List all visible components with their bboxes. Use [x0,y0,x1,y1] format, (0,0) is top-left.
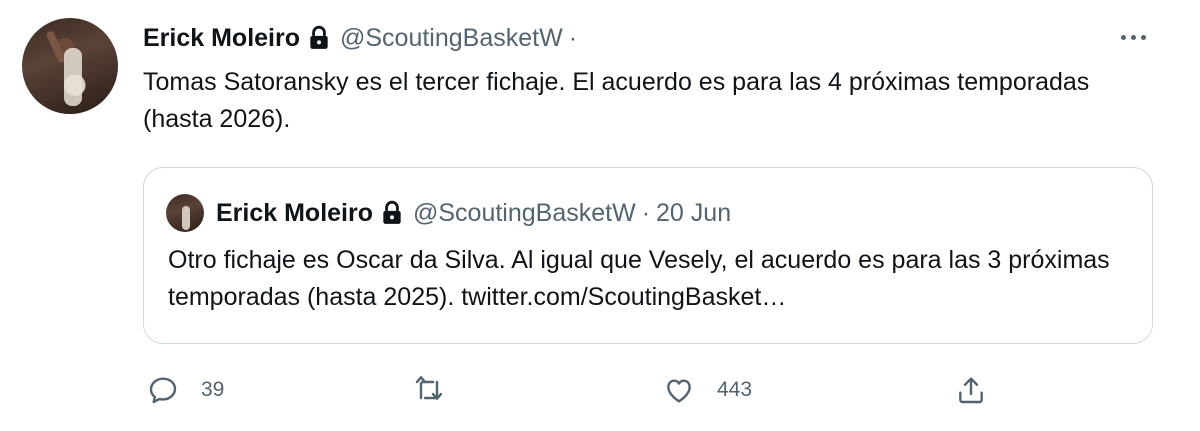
share-button[interactable] [955,368,987,412]
quoted-separator: · [641,198,651,227]
like-button[interactable]: 443 [663,368,752,412]
tweet-text: Tomas Satoransky es el tercer fichaje. E… [143,68,1090,133]
quoted-tweet-header: Erick Moleiro @ScoutingBasketW · 20 Jun [216,196,731,230]
share-icon [959,377,983,404]
more-dot [1140,34,1146,40]
quoted-author-handle: @ScoutingBasketW [413,198,636,227]
retweet-button[interactable] [413,368,467,412]
tweet-actions: 39 443 [143,368,1153,412]
more-icon[interactable] [1116,24,1150,50]
like-icon [667,379,691,403]
quoted-date: 20 Jun [656,198,732,227]
header-separator: · [568,23,578,52]
lock-icon [306,24,332,52]
reply-count: 39 [201,378,225,401]
quoted-tweet-text: Otro fichaje es Oscar da Silva. Al igual… [168,246,1110,311]
reply-icon [149,377,177,404]
quoted-tweet[interactable]: Erick Moleiro @ScoutingBasketW · 20 Jun … [143,167,1153,344]
author-handle[interactable]: @ScoutingBasketW [340,24,563,53]
retweet-icon [415,376,443,400]
avatar-figure [182,206,190,230]
more-dot [1120,34,1126,40]
quoted-author-name: Erick Moleiro [216,198,373,227]
like-count: 443 [717,378,753,401]
author-avatar[interactable] [22,18,118,114]
avatar-figure [64,48,82,106]
reply-button[interactable]: 39 [147,368,224,412]
lock-icon [379,199,405,227]
quoted-author-avatar [166,194,204,232]
author-name[interactable]: Erick Moleiro [143,24,300,53]
more-dot [1130,34,1136,40]
tweet-header: Erick Moleiro @ScoutingBasketW · [143,22,577,54]
